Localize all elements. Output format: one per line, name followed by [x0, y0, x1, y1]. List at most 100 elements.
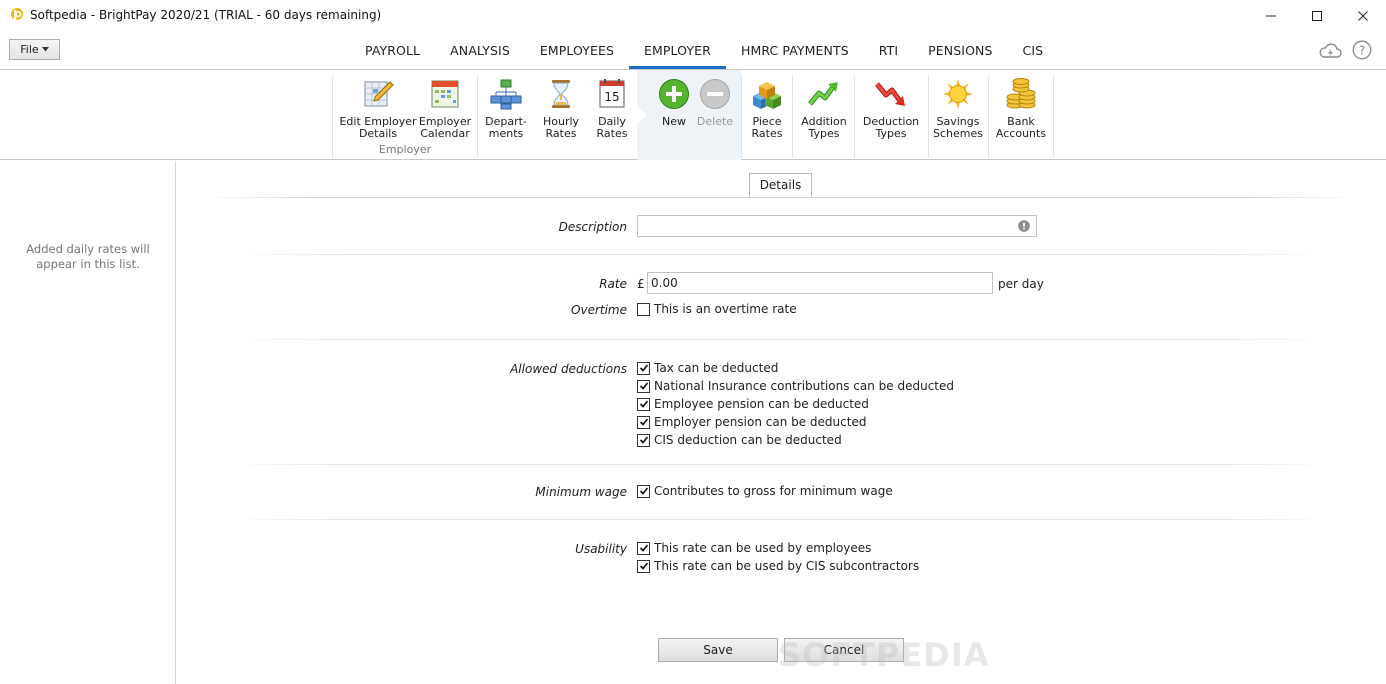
- ribbon-toolbar: Edit Employer Details Employer Calendar …: [0, 70, 1386, 160]
- overtime-checkbox[interactable]: [637, 302, 650, 316]
- deduction-cis-checkbox[interactable]: [637, 433, 650, 447]
- hourly-rates-button[interactable]: Hourly Rates: [538, 70, 584, 160]
- deduction-types-label: Deduction Types: [862, 115, 920, 140]
- checkmark-icon: [639, 382, 648, 390]
- new-button[interactable]: New: [655, 70, 693, 160]
- minimum-wage-row[interactable]: Contributes to gross for minimum wage: [637, 484, 893, 498]
- list-empty-message: Added daily rates will appear in this li…: [26, 242, 150, 271]
- deduction-tax-row[interactable]: Tax can be deducted: [637, 361, 778, 375]
- savings-schemes-button[interactable]: Savings Schemes: [932, 70, 984, 160]
- caret-down-icon: [41, 47, 49, 52]
- tab-details[interactable]: Details: [749, 173, 812, 198]
- piece-rates-icon: [753, 82, 781, 109]
- section-divider: [230, 254, 1330, 255]
- checkmark-icon: [639, 544, 648, 552]
- addition-types-button[interactable]: Addition Types: [797, 70, 851, 160]
- rate-input[interactable]: 0.00: [647, 272, 993, 294]
- file-menu-label: File: [20, 43, 39, 56]
- brightpay-logo-icon: [11, 8, 23, 22]
- deduction-ni-checkbox[interactable]: [637, 379, 650, 393]
- checkmark-icon: [639, 436, 648, 444]
- departments-icon: [490, 79, 522, 110]
- daily-rates-list[interactable]: [0, 161, 176, 684]
- usability-label: Usability: [575, 542, 627, 556]
- deduction-types-button[interactable]: Deduction Types: [859, 70, 923, 160]
- nav-tab-employees[interactable]: EMPLOYEES: [525, 36, 629, 69]
- piece-rates-button[interactable]: Piece Rates: [746, 70, 788, 160]
- employer-calendar-label: Employer Calendar: [418, 115, 472, 140]
- nav-tab-employer[interactable]: EMPLOYER: [629, 36, 726, 69]
- nav-tab-payroll[interactable]: PAYROLL: [350, 36, 435, 69]
- title-bar: Softpedia - BrightPay 2020/21 (TRIAL - 6…: [0, 0, 1386, 31]
- required-warning-icon: [1018, 220, 1030, 232]
- file-menu-button[interactable]: File: [9, 39, 60, 60]
- usability-cis-checkbox[interactable]: [637, 559, 650, 573]
- addition-types-label: Addition Types: [801, 115, 847, 140]
- description-label: Description: [558, 220, 627, 234]
- overtime-checkbox-row[interactable]: This is an overtime rate: [637, 302, 797, 316]
- maximize-button[interactable]: [1294, 0, 1340, 31]
- deduction-employer-pension-checkbox[interactable]: [637, 415, 650, 429]
- minimum-wage-checkbox[interactable]: [637, 484, 650, 498]
- departments-label: Depart- ments: [485, 115, 527, 140]
- checkmark-icon: [639, 487, 648, 495]
- description-input[interactable]: [637, 215, 1037, 237]
- deduction-employee-pension-row[interactable]: Employee pension can be deducted: [637, 397, 869, 411]
- svg-text:?: ?: [1359, 44, 1365, 58]
- softpedia-watermark: SOFTPEDIA: [778, 636, 990, 674]
- rate-label: Rate: [599, 277, 627, 291]
- employer-calendar-icon: [431, 80, 459, 108]
- sun-icon: [943, 79, 973, 109]
- nav-tab-analysis[interactable]: ANALYSIS: [435, 36, 525, 69]
- deduction-employer-pension-row[interactable]: Employer pension can be deducted: [637, 415, 866, 429]
- minimum-wage-checkbox-label: Contributes to gross for minimum wage: [654, 484, 893, 498]
- close-button[interactable]: [1340, 0, 1386, 31]
- deduction-cis-row[interactable]: CIS deduction can be deducted: [637, 433, 842, 447]
- ribbon-separator: [792, 74, 793, 158]
- ribbon-separator: [741, 74, 742, 158]
- bank-accounts-button[interactable]: Bank Accounts: [994, 70, 1048, 160]
- usability-cis-label: This rate can be used by CIS subcontract…: [654, 559, 920, 573]
- trend-down-icon: [875, 82, 905, 106]
- deduction-employee-pension-label: Employee pension can be deducted: [654, 397, 869, 411]
- deduction-ni-row[interactable]: National Insurance contributions can be …: [637, 379, 954, 393]
- daily-rates-button[interactable]: 15 Daily Rates: [590, 70, 634, 160]
- deduction-tax-label: Tax can be deducted: [654, 361, 779, 375]
- edit-employer-details-icon: [364, 81, 394, 107]
- section-divider: [230, 464, 1330, 465]
- nav-tab-cis[interactable]: CIS: [1008, 36, 1059, 69]
- minimum-wage-label: Minimum wage: [535, 485, 627, 499]
- piece-rates-label: Piece Rates: [751, 115, 783, 140]
- overtime-checkbox-label: This is an overtime rate: [654, 302, 797, 316]
- section-divider: [230, 339, 1330, 340]
- ribbon-separator: [854, 74, 855, 158]
- rate-unit-label: per day: [998, 277, 1044, 291]
- minimize-button[interactable]: [1248, 0, 1294, 31]
- hourglass-icon: [552, 80, 570, 108]
- window-title: Softpedia - BrightPay 2020/21 (TRIAL - 6…: [30, 8, 382, 22]
- deduction-employee-pension-checkbox[interactable]: [637, 397, 650, 411]
- save-button[interactable]: Save: [658, 638, 778, 662]
- tab-divider: [200, 197, 1360, 198]
- usability-employees-label: This rate can be used by employees: [654, 541, 872, 555]
- section-divider: [230, 519, 1330, 520]
- currency-symbol: £: [637, 277, 645, 291]
- nav-tab-hmrc-payments[interactable]: HMRC PAYMENTS: [726, 36, 864, 69]
- add-icon: [659, 79, 689, 109]
- help-icon[interactable]: ?: [1352, 40, 1372, 60]
- nav-tab-pensions[interactable]: PENSIONS: [913, 36, 1007, 69]
- minimize-icon: [1266, 15, 1276, 16]
- nav-tab-rti[interactable]: RTI: [864, 36, 913, 69]
- usability-employees-row[interactable]: This rate can be used by employees: [637, 541, 871, 555]
- usability-cis-row[interactable]: This rate can be used by CIS subcontract…: [637, 559, 919, 573]
- allowed-deductions-label: Allowed deductions: [510, 362, 627, 376]
- bank-accounts-label: Bank Accounts: [995, 115, 1047, 140]
- main-nav: PAYROLL ANALYSIS EMPLOYEES EMPLOYER HMRC…: [350, 36, 1058, 69]
- usability-employees-checkbox[interactable]: [637, 541, 650, 555]
- maximize-icon: [1312, 10, 1322, 21]
- ribbon-separator: [1053, 74, 1054, 158]
- cloud-sync-icon[interactable]: [1318, 40, 1342, 60]
- delete-button[interactable]: Delete: [695, 70, 735, 160]
- departments-button[interactable]: Depart- ments: [483, 70, 529, 160]
- deduction-tax-checkbox[interactable]: [637, 361, 650, 375]
